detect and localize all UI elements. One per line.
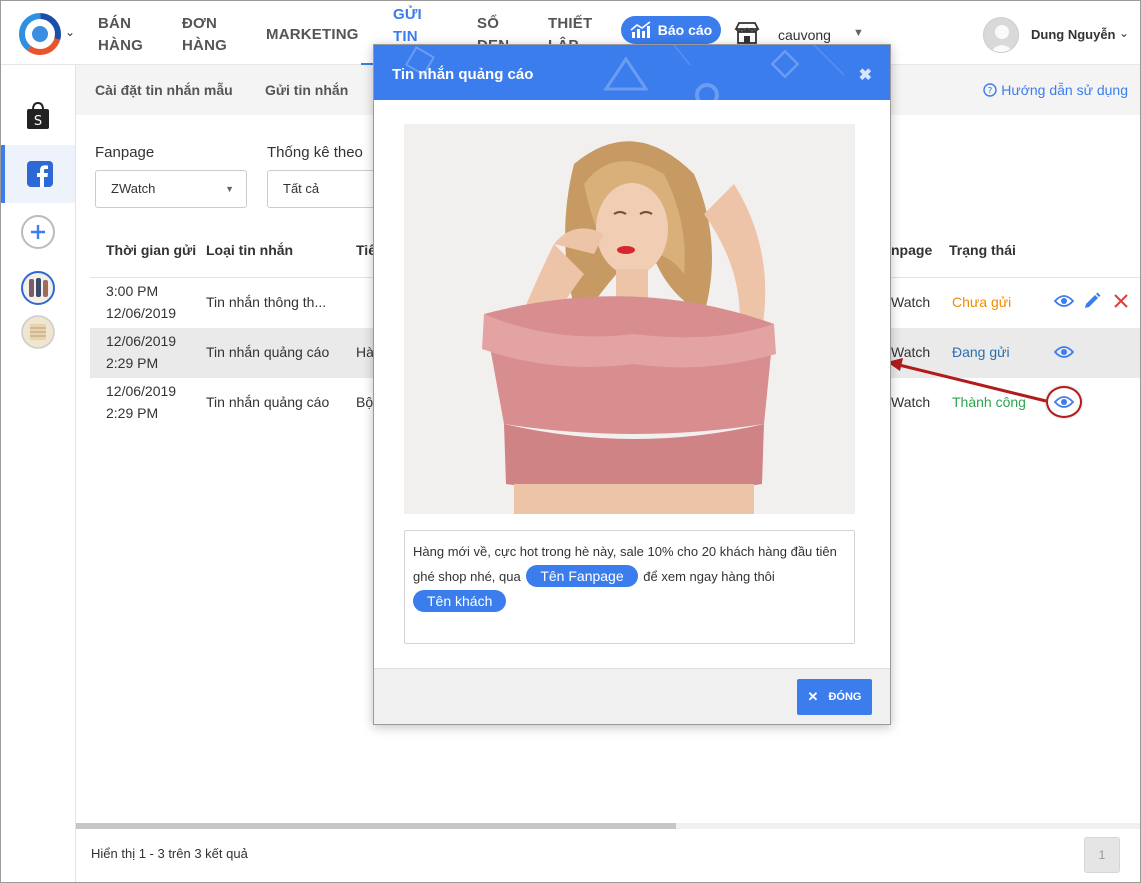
column-header-fanpage: npage bbox=[891, 242, 933, 258]
column-header-status: Trạng thái bbox=[949, 242, 1016, 258]
scrollbar-thumb[interactable] bbox=[76, 823, 676, 829]
message-type-cell: Tin nhắn thông th... bbox=[206, 294, 327, 310]
pencil-icon[interactable] bbox=[1083, 292, 1101, 310]
close-icon[interactable]: ✖ bbox=[859, 65, 872, 85]
annotation-arrow-icon bbox=[887, 358, 1047, 403]
send-time-line: 3:00 PM bbox=[106, 283, 159, 299]
nav-label: THIẾT bbox=[548, 15, 593, 32]
send-time-cell: 12/06/2019 2:29 PM bbox=[106, 330, 176, 374]
page-avatar-image bbox=[21, 271, 55, 305]
nav-ban-hang[interactable]: BÁN HÀNG bbox=[98, 13, 143, 57]
fanpage-filter-label: Fanpage bbox=[95, 144, 155, 161]
message-preview-box: Hàng mới về, cực hot trong hè này, sale … bbox=[404, 530, 855, 644]
nav-label: HÀNG bbox=[98, 37, 143, 54]
store-icon[interactable] bbox=[734, 21, 760, 45]
sidebar-item-facebook[interactable] bbox=[1, 145, 75, 203]
send-time-cell: 3:00 PM 12/06/2019 bbox=[106, 280, 176, 324]
page-avatar-image bbox=[21, 315, 55, 349]
delete-icon[interactable] bbox=[1114, 294, 1128, 308]
nav-label: GỬI bbox=[393, 6, 422, 23]
send-time-line: 12/06/2019 bbox=[106, 305, 177, 321]
model-photo-image bbox=[404, 124, 855, 514]
report-button[interactable]: Báo cáo bbox=[621, 16, 721, 44]
subnav-template-settings[interactable]: Cài đặt tin nhắn mẫu bbox=[95, 82, 233, 98]
app-window: ⌄ BÁN HÀNG ĐƠN HÀNG MARKETING GỬI TIN SỔ… bbox=[0, 0, 1141, 883]
eye-icon[interactable] bbox=[1054, 345, 1074, 359]
message-type-cell: Tin nhắn quảng cáo bbox=[206, 344, 330, 360]
nav-label: SỔ bbox=[477, 15, 500, 32]
shopping-bag-icon: S bbox=[27, 101, 49, 129]
help-label: Hướng dẫn sử dụng bbox=[1001, 82, 1128, 98]
send-time-cell: 12/06/2019 2:29 PM bbox=[106, 380, 176, 424]
dialog-footer: ✕ ĐÓNG bbox=[374, 668, 890, 724]
svg-text:?: ? bbox=[988, 87, 993, 97]
title-cell: Bộ bbox=[356, 394, 374, 410]
status-badge: Chưa gửi bbox=[952, 294, 1012, 310]
page-button[interactable]: 1 bbox=[1084, 837, 1120, 873]
ad-message-preview-dialog: Tin nhắn quảng cáo ✖ Hàng mới về, cực ho… bbox=[373, 44, 891, 725]
column-header-send-time: Thời gian gửi bbox=[106, 242, 197, 258]
horizontal-scrollbar[interactable] bbox=[76, 823, 1140, 829]
chevron-down-icon[interactable]: ⌄ bbox=[1119, 26, 1129, 40]
help-link[interactable]: ? Hướng dẫn sử dụng bbox=[983, 82, 1128, 98]
fanpage-select[interactable]: ZWatch ▼ bbox=[95, 170, 247, 208]
close-icon: ✕ bbox=[807, 689, 819, 704]
sidebar-add-channel[interactable] bbox=[1, 203, 75, 261]
chart-icon bbox=[630, 21, 651, 38]
eye-icon[interactable] bbox=[1054, 294, 1074, 308]
nav-label: BÁN bbox=[98, 15, 132, 32]
message-text: để xem ngay hàng thôi bbox=[643, 569, 775, 584]
channel-sidebar: S bbox=[1, 65, 76, 882]
pagination-summary: Hiển thị 1 - 3 trên 3 kết quả bbox=[91, 846, 248, 861]
user-avatar[interactable] bbox=[983, 17, 1019, 53]
ad-image bbox=[404, 124, 855, 514]
nav-label: MARKETING bbox=[266, 26, 359, 43]
subnav-send-message[interactable]: Gửi tin nhắn bbox=[265, 82, 348, 98]
stats-select-value: Tất cả bbox=[283, 181, 320, 196]
stats-filter-label: Thống kê theo bbox=[267, 144, 363, 161]
app-logo-icon[interactable] bbox=[19, 13, 61, 55]
nav-marketing[interactable]: MARKETING bbox=[266, 24, 359, 46]
sidebar-item-shopee[interactable]: S bbox=[1, 87, 75, 145]
caret-down-icon: ▼ bbox=[225, 184, 234, 194]
store-select[interactable]: cauvong bbox=[778, 27, 831, 43]
nav-gui-tin[interactable]: GỬI TIN bbox=[393, 4, 422, 48]
plus-icon bbox=[21, 215, 55, 249]
send-time-line: 12/06/2019 bbox=[106, 383, 177, 399]
fanpage-cell: Watch bbox=[891, 294, 931, 310]
title-cell: Hà bbox=[356, 344, 374, 360]
nav-don-hang[interactable]: ĐƠN HÀNG bbox=[182, 13, 227, 57]
user-icon bbox=[990, 25, 1014, 52]
message-type-cell: Tin nhắn quảng cáo bbox=[206, 394, 330, 410]
send-time-line: 2:29 PM bbox=[106, 405, 159, 421]
dialog-header: Tin nhắn quảng cáo ✖ bbox=[374, 45, 890, 100]
column-header-message-type: Loại tin nhắn bbox=[206, 242, 294, 258]
nav-label: HÀNG bbox=[182, 37, 227, 54]
send-time-line: 12/06/2019 bbox=[106, 333, 177, 349]
customer-name-tag: Tên khách bbox=[413, 590, 507, 612]
facebook-icon bbox=[27, 161, 53, 187]
highlight-circle bbox=[1046, 386, 1082, 418]
svg-text:S: S bbox=[34, 114, 42, 129]
user-name[interactable]: Dung Nguyễn bbox=[1031, 27, 1116, 42]
help-circle-icon: ? bbox=[983, 83, 997, 97]
send-time-line: 2:29 PM bbox=[106, 355, 159, 371]
close-button-label: ĐÓNG bbox=[828, 691, 862, 703]
fanpage-select-value: ZWatch bbox=[111, 181, 156, 196]
nav-label: ĐƠN bbox=[182, 15, 218, 32]
chevron-down-icon[interactable]: ⌄ bbox=[65, 25, 75, 39]
close-button[interactable]: ✕ ĐÓNG bbox=[797, 679, 872, 715]
report-label: Báo cáo bbox=[657, 22, 713, 38]
caret-down-icon[interactable]: ▼ bbox=[853, 27, 864, 39]
sidebar-page-avatar-2[interactable] bbox=[1, 303, 75, 361]
fanpage-name-tag: Tên Fanpage bbox=[526, 565, 638, 587]
dialog-title: Tin nhắn quảng cáo bbox=[392, 66, 534, 83]
